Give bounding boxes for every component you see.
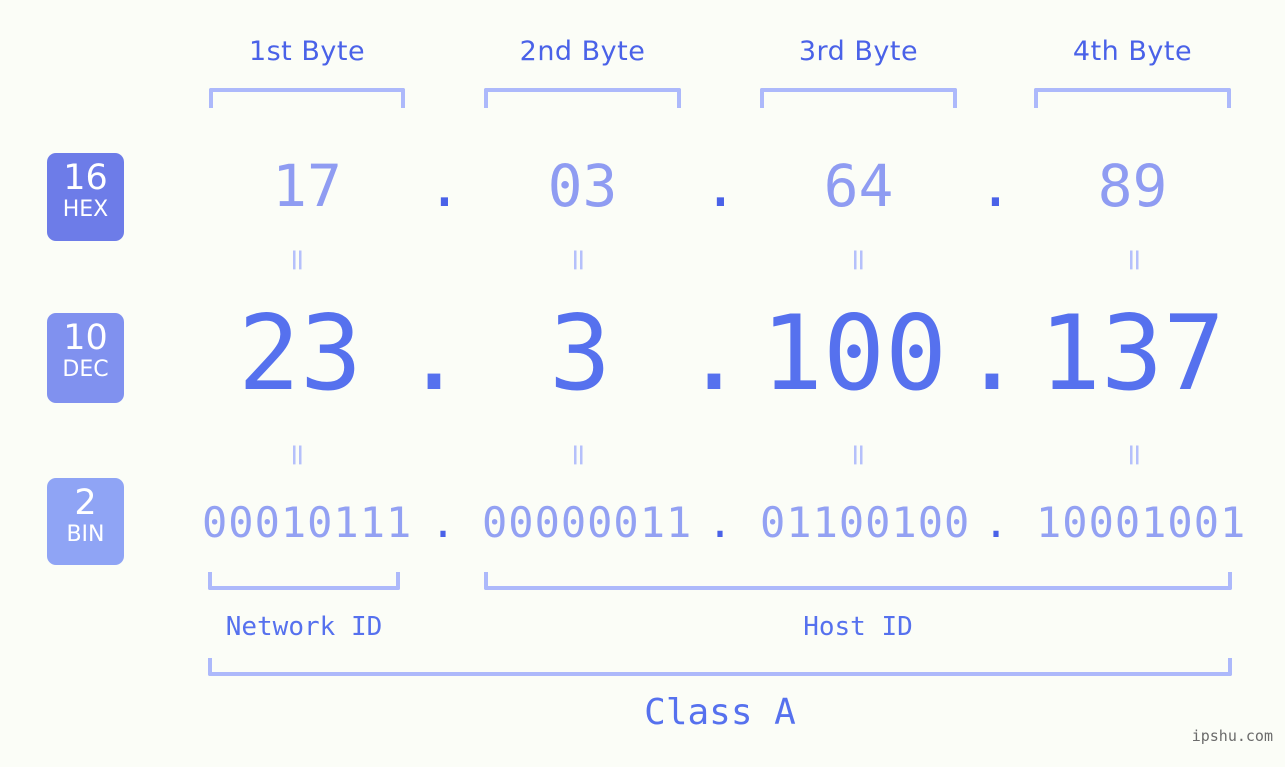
bin-separator-3: . <box>983 498 1009 547</box>
network-id-label: Network ID <box>225 612 383 642</box>
ip-address-diagram: 1st Byte 2nd Byte 3rd Byte 4th Byte 16 H… <box>0 0 1285 767</box>
base-badge-bin-number: 2 <box>74 483 97 523</box>
hex-byte-3: 64 <box>823 152 894 220</box>
site-watermark: ipshu.com <box>1191 727 1273 745</box>
byte-bracket-1 <box>209 88 405 108</box>
dec-byte-4: 137 <box>1038 294 1226 414</box>
hex-separator-2: . <box>703 152 738 220</box>
equals-hex-dec-2: = <box>561 247 596 273</box>
byte-header-4: 4th Byte <box>1072 36 1193 67</box>
bin-byte-3: 01100100 <box>760 498 971 547</box>
class-label: Class A <box>644 692 796 733</box>
bin-byte-1: 00010111 <box>202 498 413 547</box>
byte-bracket-2 <box>484 88 681 108</box>
hex-separator-3: . <box>978 152 1013 220</box>
base-badge-dec-abbr: DEC <box>62 357 109 382</box>
byte-header-1: 1st Byte <box>248 36 366 67</box>
equals-hex-dec-3: = <box>841 247 876 273</box>
base-badge-dec: 10 DEC <box>47 313 124 403</box>
bin-separator-2: . <box>707 498 733 547</box>
equals-hex-dec-4: = <box>1117 247 1152 273</box>
hex-byte-1: 17 <box>272 152 342 220</box>
bin-separator-1: . <box>430 498 456 547</box>
equals-dec-bin-3: = <box>841 442 876 468</box>
dec-byte-1: 23 <box>237 294 363 414</box>
base-badge-hex: 16 HEX <box>47 153 124 241</box>
network-id-bracket <box>208 572 400 590</box>
equals-dec-bin-4: = <box>1117 442 1152 468</box>
equals-dec-bin-2: = <box>561 442 596 468</box>
dec-byte-2: 3 <box>548 294 611 414</box>
byte-header-3: 3rd Byte <box>798 36 919 67</box>
hex-byte-2: 03 <box>547 152 618 220</box>
base-badge-bin: 2 BIN <box>47 478 124 565</box>
bin-byte-4: 10001001 <box>1036 498 1247 547</box>
base-badge-dec-number: 10 <box>63 318 108 358</box>
equals-dec-bin-1: = <box>280 442 315 468</box>
host-id-label: Host ID <box>803 612 913 642</box>
equals-hex-dec-1: = <box>280 247 315 273</box>
byte-bracket-3 <box>760 88 957 108</box>
base-badge-hex-abbr: HEX <box>62 197 109 222</box>
class-bracket <box>208 658 1232 676</box>
byte-bracket-4 <box>1034 88 1231 108</box>
dec-separator-1: . <box>402 294 465 414</box>
host-id-bracket <box>484 572 1232 590</box>
hex-byte-4: 89 <box>1097 152 1168 220</box>
hex-separator-1: . <box>427 152 462 220</box>
dec-separator-2: . <box>682 294 745 414</box>
byte-header-2: 2nd Byte <box>519 36 646 67</box>
dec-separator-3: . <box>960 294 1023 414</box>
dec-byte-3: 100 <box>760 294 948 414</box>
base-badge-hex-number: 16 <box>63 158 108 198</box>
bin-byte-2: 00000011 <box>482 498 693 547</box>
base-badge-bin-abbr: BIN <box>66 522 105 547</box>
